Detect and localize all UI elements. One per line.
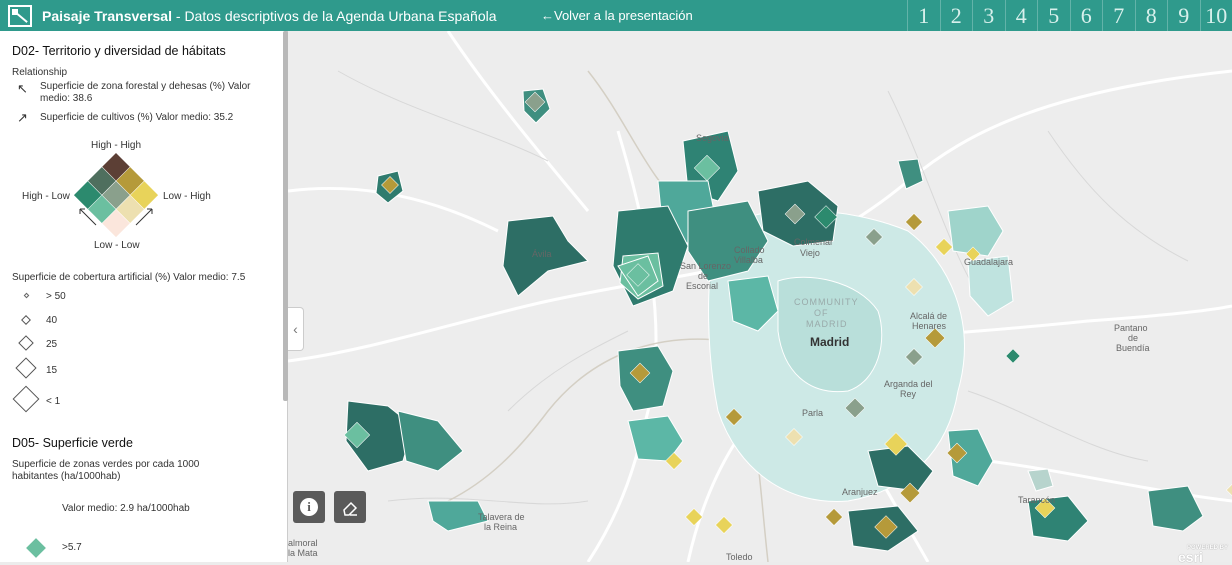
page-7-button[interactable]: 7	[1102, 0, 1135, 31]
legend-d05-title: D05- Superficie verde	[12, 436, 133, 450]
label-alcala: Alcalá de	[910, 311, 947, 321]
green-diamond-icon	[24, 536, 48, 560]
label-toledo: Toledo	[726, 552, 753, 562]
legend-d05-avg: Valor medio: 2.9 ha/1000hab	[62, 503, 190, 515]
label-la-reina: la Reina	[484, 522, 517, 532]
label-madrid-region: MADRID	[806, 319, 848, 329]
label-tarancon: Tarancón	[1018, 495, 1055, 505]
info-button[interactable]: i	[293, 491, 325, 523]
arrow-up-left-icon: ↖	[17, 81, 28, 97]
bivariate-legend-grid	[70, 149, 162, 241]
size-symbol-4	[16, 358, 36, 378]
info-icon: i	[300, 498, 318, 516]
page-9-button[interactable]: 9	[1167, 0, 1200, 31]
map-canvas[interactable]	[288, 31, 1232, 562]
size-symbol-5	[13, 386, 38, 411]
page-1-button[interactable]: 1	[907, 0, 940, 31]
size-symbol-3	[19, 336, 33, 350]
arrow-up-right-icon: ↗	[17, 110, 28, 126]
symbol-26	[1226, 484, 1232, 495]
size-class-1: > 50	[46, 291, 66, 303]
app-title: Paisaje Transversal - Datos descriptivos…	[42, 8, 497, 24]
eraser-icon	[341, 498, 359, 516]
back-to-presentation-link[interactable]: ←Volver a la presentación	[541, 8, 693, 23]
eraser-button[interactable]	[334, 491, 366, 523]
label-talavera: Talavera de	[478, 512, 525, 522]
label-of: OF	[814, 308, 829, 318]
label-segovia: Segovia	[696, 133, 729, 143]
symbol-20	[716, 517, 733, 534]
symbol-5	[906, 214, 923, 231]
size-class-5: < 1	[46, 396, 60, 408]
relationship-label: Relationship	[12, 67, 67, 79]
label-san-lorenzo: San Lorenzo	[680, 261, 731, 271]
label-parla: Parla	[802, 408, 823, 418]
label-aranjuez: Aranjuez	[842, 487, 878, 497]
page-nav: 1 2 3 4 5 6 7 8 9 10	[907, 0, 1232, 31]
symbol-25	[1006, 349, 1020, 363]
legend-panel[interactable]: D02- Territorio y diversidad de hábitats…	[0, 31, 288, 562]
symbol-19	[826, 509, 843, 526]
size-class-3: 25	[46, 339, 57, 351]
esri-label: esri	[1178, 551, 1228, 563]
label-viejo: Viejo	[800, 248, 820, 258]
label-madrid: Madrid	[810, 335, 849, 349]
label-de-2: de	[1128, 333, 1138, 343]
label-arganda: Arganda del	[884, 379, 933, 389]
size-symbols	[12, 288, 42, 418]
page-10-button[interactable]: 10	[1200, 0, 1232, 31]
label-pantano: Pantano	[1114, 323, 1148, 333]
esri-attribution-logo[interactable]: POWERED BY esri	[1178, 545, 1228, 562]
page-2-button[interactable]: 2	[940, 0, 973, 31]
collapse-panel-button[interactable]: ‹	[288, 307, 304, 351]
page-5-button[interactable]: 5	[1037, 0, 1070, 31]
label-de: de	[698, 271, 708, 281]
corner-high-low: High - Low	[22, 191, 70, 203]
header-bar: Paisaje Transversal - Datos descriptivos…	[0, 0, 1232, 31]
symbol-6	[936, 239, 953, 256]
size-class-4: 15	[46, 365, 57, 377]
label-colmenar: Colmenar	[794, 237, 833, 247]
label-villalba: Villalba	[734, 255, 763, 265]
size-class-2: 40	[46, 315, 57, 327]
page-4-button[interactable]: 4	[1005, 0, 1038, 31]
app-name: Paisaje Transversal	[42, 8, 172, 24]
legend-d05-class-1: >5.7	[62, 542, 82, 554]
label-collado: Collado	[734, 245, 765, 255]
page-8-button[interactable]: 8	[1135, 0, 1168, 31]
label-escorial: Escorial	[686, 281, 718, 291]
size-symbol-2	[22, 316, 30, 324]
label-guadalajara: Guadalajara	[964, 257, 1013, 267]
size-legend-title: Superficie de cobertura artificial (%) V…	[12, 272, 245, 284]
legend-d02-title: D02- Territorio y diversidad de hábitats	[12, 44, 226, 58]
label-henares: Henares	[912, 321, 946, 331]
map-view[interactable]: Segovia Ávila Colmenar Viejo Collado Vil…	[288, 31, 1232, 562]
app-logo-icon	[8, 5, 32, 27]
label-buendia: Buendía	[1116, 343, 1150, 353]
app-subtitle: - Datos descriptivos de la Agenda Urbana…	[172, 8, 497, 24]
corner-low-low: Low - Low	[94, 240, 140, 252]
label-avila: Ávila	[532, 249, 552, 259]
corner-low-high: Low - High	[163, 191, 211, 203]
legend-var2: Superficie de cultivos (%) Valor medio: …	[40, 112, 270, 124]
label-almoral: almoral	[288, 538, 318, 548]
legend-var1: Superficie de zona forestal y dehesas (%…	[40, 81, 270, 105]
size-symbol-1	[24, 293, 28, 297]
label-la-mata: la Mata	[288, 548, 318, 558]
chevron-left-icon: ‹	[293, 321, 298, 337]
page-6-button[interactable]: 6	[1070, 0, 1103, 31]
page-3-button[interactable]: 3	[972, 0, 1005, 31]
legend-d05-desc: Superficie de zonas verdes por cada 1000…	[12, 459, 222, 483]
label-rey: Rey	[900, 389, 916, 399]
label-community: COMMUNITY	[794, 297, 859, 307]
